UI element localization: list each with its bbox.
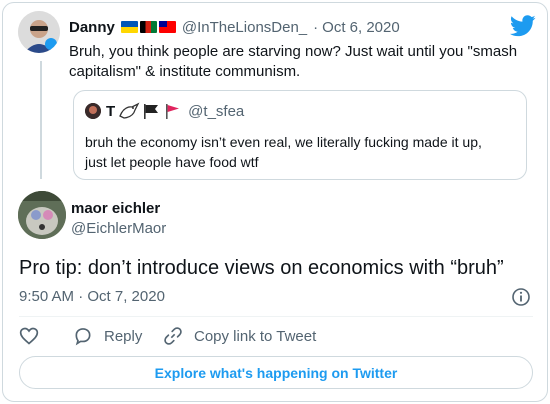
name-flags xyxy=(120,21,178,33)
copy-link-button[interactable]: Copy link to Tweet xyxy=(163,325,316,347)
black-flag-icon xyxy=(144,104,159,119)
danny-avatar-image xyxy=(18,11,60,53)
quoted-tweet-header: T @t_sfea xyxy=(85,101,244,121)
tweet-embed-card: Danny @InTheLionsDen_ · Oct 6, 2020 Bruh… xyxy=(2,2,548,402)
quoted-tweet-text-line1: bruh the economy isn’t even real, we lit… xyxy=(85,134,482,150)
parent-tweet-text-line2: capitalism" & institute communism. xyxy=(69,63,301,80)
afghanistan-flag-icon xyxy=(139,21,157,33)
maor-avatar-image xyxy=(18,191,66,239)
quoted-tweet[interactable]: T @t_sfea bruh the economy isn’t even re… xyxy=(73,90,527,180)
info-icon[interactable] xyxy=(511,287,531,307)
header-separator: · xyxy=(313,18,319,36)
danny-handle[interactable]: @InTheLionsDen_ xyxy=(182,19,307,36)
danny-name[interactable]: Danny xyxy=(69,19,115,36)
copy-link-label: Copy link to Tweet xyxy=(194,327,317,345)
reply-label: Reply xyxy=(104,327,143,345)
thread-connector-line xyxy=(40,61,42,179)
main-tweet-timestamp[interactable]: 9:50 AM · Oct 7, 2020 xyxy=(19,287,165,307)
bird-emoji-icon xyxy=(119,102,140,119)
t-avatar[interactable] xyxy=(85,103,101,119)
parent-tweet-header: Danny @InTheLionsDen_ · Oct 6, 2020 xyxy=(69,17,400,37)
main-tweet-text: Pro tip: don’t introduce views on econom… xyxy=(19,257,504,279)
parent-tweet-date[interactable]: Oct 6, 2020 xyxy=(322,19,400,36)
like-button[interactable] xyxy=(19,325,39,347)
twitter-bird-icon[interactable] xyxy=(510,15,536,37)
divider xyxy=(19,316,533,317)
maor-handle[interactable]: @EichlerMaor xyxy=(71,219,166,239)
explore-twitter-button[interactable]: Explore what's happening on Twitter xyxy=(19,356,533,389)
quoted-tweet-text: bruh the economy isn’t even real, we lit… xyxy=(85,132,525,172)
quoted-tweet-text-line2: just let people have food wtf xyxy=(85,154,259,170)
reply-button[interactable]: Reply xyxy=(73,325,142,347)
link-icon xyxy=(164,327,182,345)
taiwan-flag-icon xyxy=(158,21,176,33)
maor-name[interactable]: maor eichler xyxy=(71,199,166,219)
t-avatar-image xyxy=(85,103,101,119)
t-handle[interactable]: @t_sfea xyxy=(188,103,244,120)
danny-avatar[interactable] xyxy=(18,11,60,53)
reply-bubble-icon xyxy=(75,328,91,346)
heart-icon xyxy=(19,327,39,345)
ukraine-flag-icon xyxy=(120,21,138,33)
maor-avatar[interactable] xyxy=(18,191,66,239)
parent-tweet-text-line1: Bruh, you think people are starving now?… xyxy=(69,43,518,60)
parent-tweet-text: Bruh, you think people are starving now?… xyxy=(69,42,539,82)
explore-twitter-label: Explore what's happening on Twitter xyxy=(154,364,398,381)
t-name[interactable]: T xyxy=(106,103,115,120)
red-flag-icon xyxy=(166,104,180,119)
main-tweet-author: maor eichler @EichlerMaor xyxy=(71,199,166,239)
